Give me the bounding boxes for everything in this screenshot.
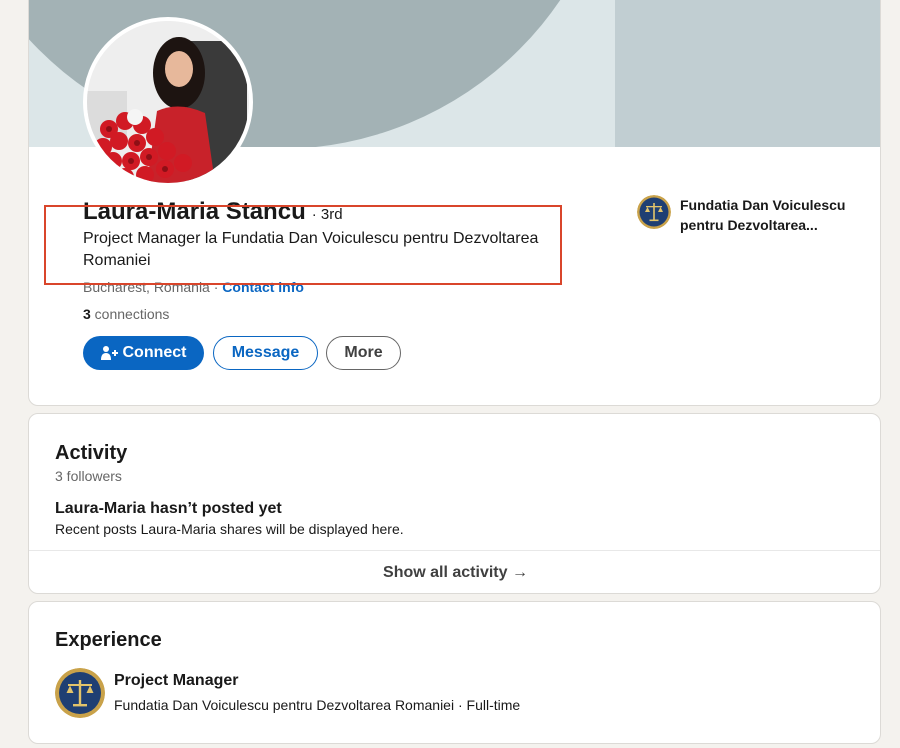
more-button[interactable]: More [326,336,401,370]
connect-button[interactable]: Connect [83,336,204,370]
connect-label: Connect [122,344,187,361]
experience-title: Experience [55,629,162,651]
organization-name: Fundatia Dan Voiculescu pentru Dezvoltar… [680,197,846,233]
activity-title: Activity [55,442,128,464]
avatar-photo [87,21,249,183]
connections-number: 3 [83,306,91,322]
highlight-box [44,205,562,285]
experience-card: Experience Project Manager Fundatia Dan … [28,601,881,744]
no-posts-subtitle: Recent posts Laura-Maria shares will be … [55,521,404,537]
show-all-activity-button[interactable]: Show all activity → [29,551,880,593]
message-button[interactable]: Message [213,336,318,370]
no-posts-title: Laura-Maria hasn’t posted yet [55,500,282,517]
activity-card: Activity 3 followers Laura-Maria hasn’t … [28,413,881,594]
add-person-icon [100,345,119,361]
profile-avatar[interactable] [83,17,253,187]
experience-role[interactable]: Project Manager [114,672,238,690]
followers-count: 3 followers [55,468,122,484]
connections-count: 3 connections [83,306,169,322]
company-logo-icon[interactable] [55,668,105,718]
profile-card: Laura-Maria Stancu · 3rd Project Manager… [28,0,881,406]
scales-of-justice-icon [637,195,671,229]
experience-company: Fundatia Dan Voiculescu pentru Dezvoltar… [114,697,521,713]
connections-label: connections [90,306,170,322]
current-organization[interactable]: Fundatia Dan Voiculescu pentru Dezvoltar… [637,195,880,235]
